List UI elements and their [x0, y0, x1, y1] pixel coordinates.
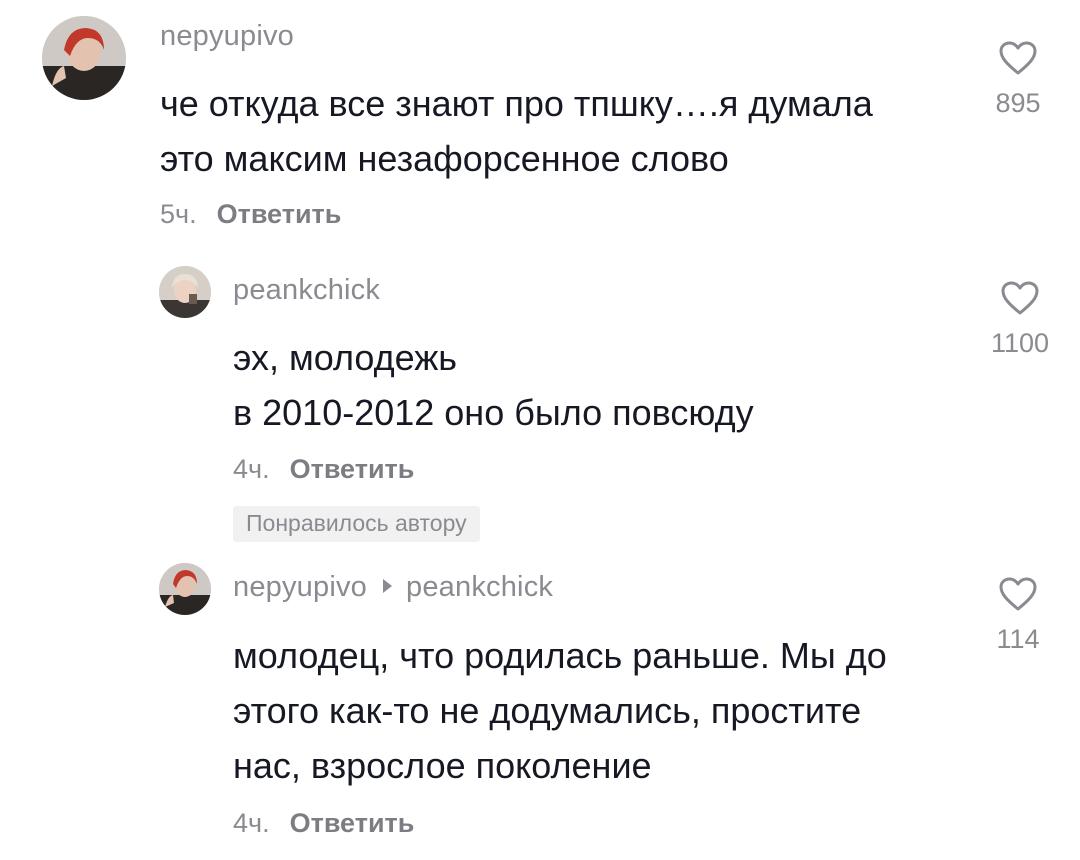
heart-outline-icon[interactable] [998, 576, 1038, 612]
comment-username: nepyupivo peankchick [233, 571, 553, 604]
comment-username[interactable]: peankchick [233, 274, 380, 307]
reply-button[interactable]: Ответить [290, 808, 415, 838]
like-control[interactable]: 895 [968, 40, 1068, 119]
liked-by-author-badge: Понравилось автору [233, 506, 480, 542]
reply-button[interactable]: Ответить [290, 454, 415, 484]
avatar[interactable] [42, 16, 126, 100]
reply-target-username[interactable]: peankchick [406, 571, 553, 603]
comment-text-line: че откуда все знают про тпшку….я думала [160, 83, 873, 124]
triangle-right-icon [383, 579, 393, 594]
comment-username[interactable]: nepyupivo [160, 20, 294, 53]
like-count: 114 [996, 624, 1040, 654]
heart-outline-icon[interactable] [1000, 280, 1040, 316]
comment-text-line: эх, молодежь [233, 337, 458, 378]
comment-meta: 5ч. Ответить [160, 199, 341, 230]
avatar-image [159, 563, 211, 615]
heart-outline-icon[interactable] [998, 40, 1038, 76]
avatar[interactable] [159, 563, 211, 615]
comment-time: 5ч. [160, 199, 197, 229]
avatar[interactable] [159, 266, 211, 318]
comment-meta: 4ч. Ответить [233, 454, 414, 485]
comment-text-line: нас, взрослое поколение [233, 745, 652, 786]
like-count: 895 [995, 88, 1041, 118]
comment-text: эх, молодежь в 2010-2012 оно было повсюд… [233, 330, 754, 440]
comment-author[interactable]: nepyupivo [233, 571, 367, 603]
avatar-image [159, 266, 211, 318]
comment-meta: 4ч. Ответить [233, 808, 414, 839]
comment-time: 4ч. [233, 454, 270, 484]
comment-text-line: в 2010-2012 оно было повсюду [233, 392, 754, 433]
comment-text-line: молодец, что родилась раньше. Мы до [233, 635, 887, 676]
comment-text-line: этого как-то не додумались, простите [233, 690, 862, 731]
like-control[interactable]: 114 [968, 576, 1068, 655]
comment-text: че откуда все знают про тпшку….я думала … [160, 76, 873, 186]
comment-text-line: это максим незафорсенное слово [160, 138, 729, 179]
like-control[interactable]: 1100 [970, 280, 1070, 359]
comment-time: 4ч. [233, 808, 270, 838]
comment-text: молодец, что родилась раньше. Мы до этог… [233, 628, 887, 793]
reply-button[interactable]: Ответить [217, 199, 342, 229]
avatar-image [42, 16, 126, 100]
like-count: 1100 [990, 328, 1050, 358]
